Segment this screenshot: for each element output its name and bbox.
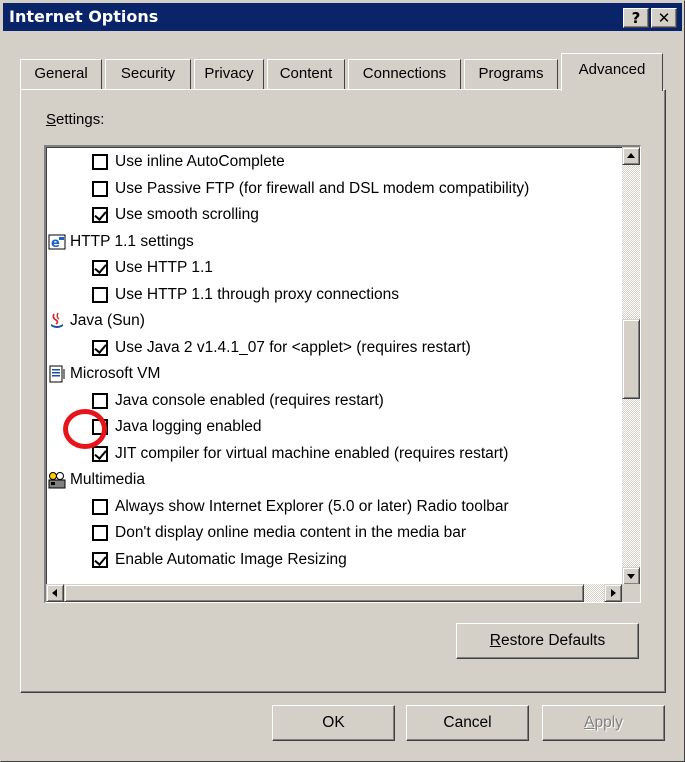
right-arrow-icon — [611, 589, 616, 597]
scroll-right-button[interactable] — [604, 584, 622, 602]
internet-options-window: Internet Options ? ✕ General Security Priv… — [0, 0, 685, 762]
apply-button: Apply — [542, 705, 665, 741]
ie-settings-icon: e — [48, 233, 66, 251]
tab-content[interactable]: Content — [267, 59, 345, 89]
scroll-left-button[interactable] — [46, 584, 64, 602]
highlight-circle — [63, 409, 107, 449]
tab-programs[interactable]: Programs — [464, 59, 558, 89]
checkbox-checked[interactable] — [92, 551, 108, 568]
checkbox-unchecked[interactable] — [92, 154, 108, 170]
checkbox-unchecked[interactable] — [92, 286, 108, 303]
restore-defaults-button[interactable]: Restore Defaults — [456, 623, 639, 659]
setting-label[interactable]: Don't display online media content in th… — [115, 520, 466, 546]
java-icon — [48, 312, 66, 330]
setting-label[interactable]: Use HTTP 1.1 through proxy connections — [115, 282, 399, 308]
tab-advanced[interactable]: Advanced — [561, 53, 663, 91]
settings-label: Settings: — [46, 111, 105, 128]
setting-label[interactable]: Java console enabled (requires restart) — [115, 388, 384, 414]
checkbox-unchecked[interactable] — [92, 180, 108, 197]
left-arrow-icon — [52, 589, 57, 597]
setting-label[interactable]: Use inline AutoComplete — [115, 149, 285, 175]
checkbox-checked[interactable] — [92, 339, 108, 356]
checkbox-unchecked[interactable] — [92, 525, 108, 541]
tab-security[interactable]: Security — [105, 59, 191, 89]
setting-label[interactable]: Enable Automatic Image Resizing — [115, 547, 347, 573]
horizontal-scrollbar[interactable] — [46, 584, 622, 602]
svg-text:e: e — [51, 236, 60, 251]
setting-label[interactable]: Use Java 2 v1.4.1_07 for <applet> (requi… — [115, 335, 471, 361]
ok-button[interactable]: OK — [272, 705, 395, 741]
title-bar[interactable]: Internet Options ? ✕ — [3, 3, 682, 31]
vertical-scrollbar[interactable] — [622, 147, 640, 585]
down-arrow-icon — [627, 574, 635, 579]
scroll-up-button[interactable] — [622, 147, 640, 165]
tab-privacy[interactable]: Privacy — [194, 59, 264, 89]
category-label: Java (Sun) — [70, 312, 145, 329]
close-button[interactable]: ✕ — [651, 8, 677, 28]
vertical-scroll-thumb[interactable] — [622, 319, 640, 399]
up-arrow-icon — [627, 153, 635, 158]
multimedia-icon — [48, 471, 66, 489]
category-label: HTTP 1.1 settings — [70, 232, 194, 250]
scroll-down-button[interactable] — [622, 567, 640, 585]
setting-label[interactable]: JIT compiler for virtual machine enabled… — [115, 441, 508, 467]
tab-connections[interactable]: Connections — [348, 59, 461, 89]
setting-label[interactable]: Use smooth scrolling — [115, 202, 259, 228]
document-icon — [48, 365, 66, 383]
setting-label[interactable]: Java logging enabled — [115, 414, 262, 440]
setting-label[interactable]: Use HTTP 1.1 — [115, 255, 213, 281]
scrollbar-corner — [622, 584, 640, 602]
help-button[interactable]: ? — [623, 8, 649, 28]
checkbox-checked[interactable] — [92, 207, 108, 223]
checkbox-checked[interactable] — [92, 445, 108, 462]
checkbox-checked[interactable] — [92, 260, 108, 276]
tab-general[interactable]: General — [20, 59, 102, 89]
settings-list[interactable]: Use inline AutoComplete Use Passive FTP (… — [44, 145, 641, 603]
category-label: Microsoft VM — [70, 365, 161, 382]
category-label: Multimedia — [70, 471, 145, 488]
setting-label[interactable]: Always show Internet Explorer (5.0 or la… — [115, 494, 509, 520]
horizontal-scroll-thumb[interactable] — [64, 584, 584, 602]
checkbox-unchecked[interactable] — [92, 392, 108, 409]
window-title: Internet Options — [9, 7, 159, 26]
cancel-button[interactable]: Cancel — [406, 705, 529, 741]
setting-label[interactable]: Use Passive FTP (for firewall and DSL mo… — [115, 176, 529, 202]
checkbox-unchecked[interactable] — [92, 498, 108, 515]
